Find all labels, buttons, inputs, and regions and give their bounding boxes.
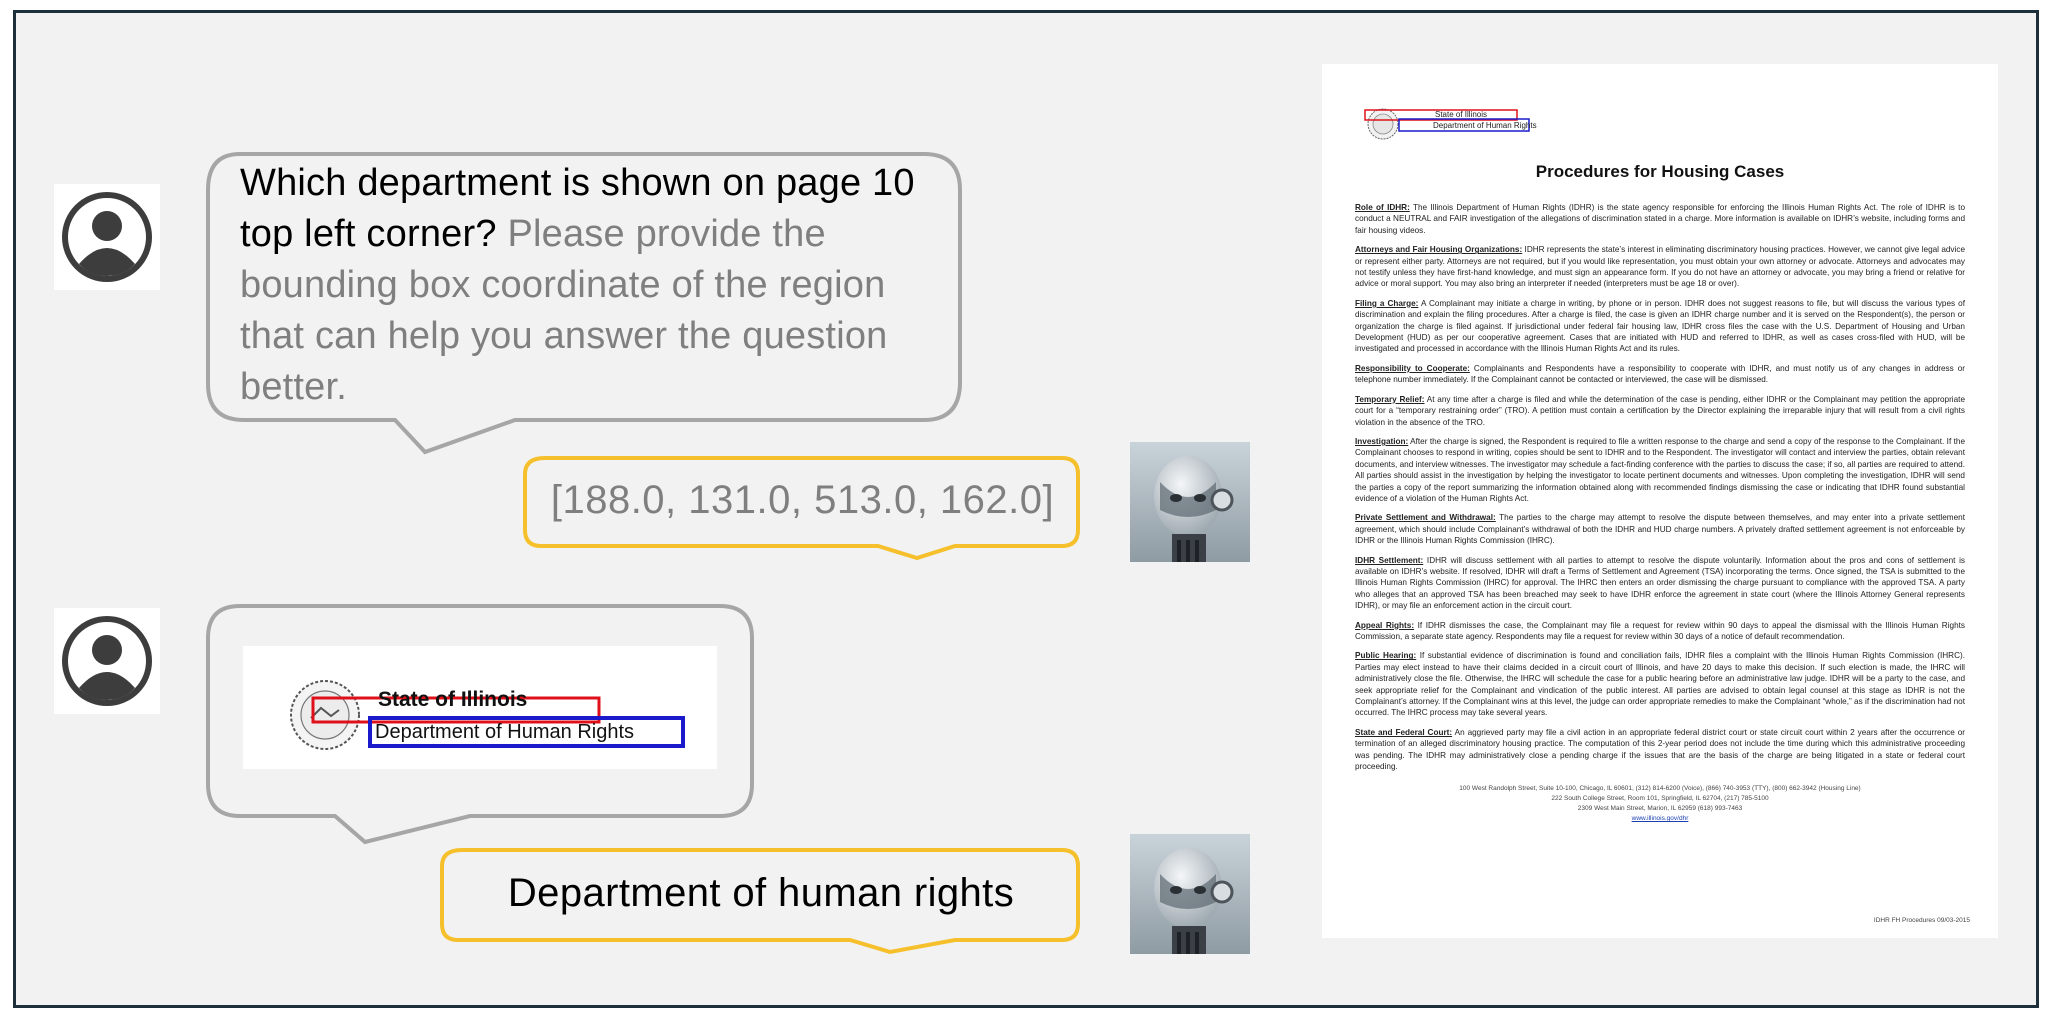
document-section: Role of IDHR: The Illinois Department of…	[1355, 202, 1965, 236]
footer-line: 222 South College Street, Room 101, Spri…	[1551, 795, 1769, 803]
footer-line: 2309 West Main Street, Marion, IL 62959 …	[1577, 805, 1743, 813]
section-heading: Investigation:	[1355, 436, 1409, 446]
section-text: At any time after a charge is filed and …	[1355, 394, 1965, 427]
section-heading: Private Settlement and Withdrawal:	[1355, 513, 1496, 523]
section-heading: Responsibility to Cooperate:	[1355, 363, 1470, 373]
section-heading: Filing a Charge:	[1355, 298, 1419, 308]
section-heading: Temporary Relief:	[1355, 394, 1425, 404]
section-heading: Public Hearing:	[1355, 651, 1417, 661]
document-title: Procedures for Housing Cases	[1535, 162, 1785, 181]
robot-avatar-icon	[1130, 834, 1250, 954]
document-section: Private Settlement and Withdrawal: The p…	[1355, 512, 1965, 546]
document-section: State and Federal Court: An aggrieved pa…	[1355, 727, 1965, 773]
document-section: Responsibility to Cooperate: Complainant…	[1355, 363, 1965, 386]
footer-line: 100 West Randolph Street, Suite 10-100, …	[1459, 785, 1861, 793]
document-section: Attorneys and Fair Housing Organizations…	[1355, 244, 1965, 290]
document-dept-label: Department of Human Rights	[1433, 121, 1537, 130]
document-section: IDHR Settlement: IDHR will discuss settl…	[1355, 555, 1965, 612]
document-page: State of Illinois Department of Human Ri…	[1322, 64, 1998, 938]
final-answer-text: Department of human rights	[507, 871, 1015, 915]
section-text: The Illinois Department of Human Rights …	[1355, 203, 1965, 235]
footer-link[interactable]: www.illinois.gov/dhr	[1355, 814, 1965, 824]
document-section: Public Hearing: If substantial evidence …	[1355, 650, 1965, 718]
document-footer: 100 West Randolph Street, Suite 10-100, …	[1355, 784, 1965, 824]
section-heading: Appeal Rights:	[1355, 620, 1415, 630]
document-state-label: State of Illinois	[1435, 110, 1488, 119]
section-heading: State and Federal Court:	[1355, 727, 1453, 737]
section-text: IDHR will discuss settlement with all pa…	[1355, 555, 1965, 611]
section-heading: IDHR Settlement:	[1355, 555, 1424, 565]
document-section: Investigation: After the charge is signe…	[1355, 436, 1965, 504]
document-code: IDHR FH Procedures 09/03-2015	[1873, 917, 1970, 924]
document-body: Role of IDHR: The Illinois Department of…	[1355, 202, 1965, 772]
document-section: Temporary Relief: At any time after a ch…	[1355, 394, 1965, 428]
section-heading: Attorneys and Fair Housing Organizations…	[1355, 245, 1523, 255]
document-section: Appeal Rights: If IDHR dismisses the cas…	[1355, 620, 1965, 643]
document-section: Filing a Charge: A Complainant may initi…	[1355, 298, 1965, 355]
section-text: A Complainant may initiate a charge in w…	[1355, 298, 1965, 354]
section-heading: Role of IDHR:	[1355, 203, 1410, 212]
section-text: After the charge is signed, the Responde…	[1355, 436, 1965, 503]
document-header: State of Illinois Department of Human Ri…	[1355, 106, 1965, 162]
section-text: If IDHR dismisses the case, the Complain…	[1355, 620, 1965, 641]
section-text: If substantial evidence of discriminatio…	[1355, 651, 1965, 718]
